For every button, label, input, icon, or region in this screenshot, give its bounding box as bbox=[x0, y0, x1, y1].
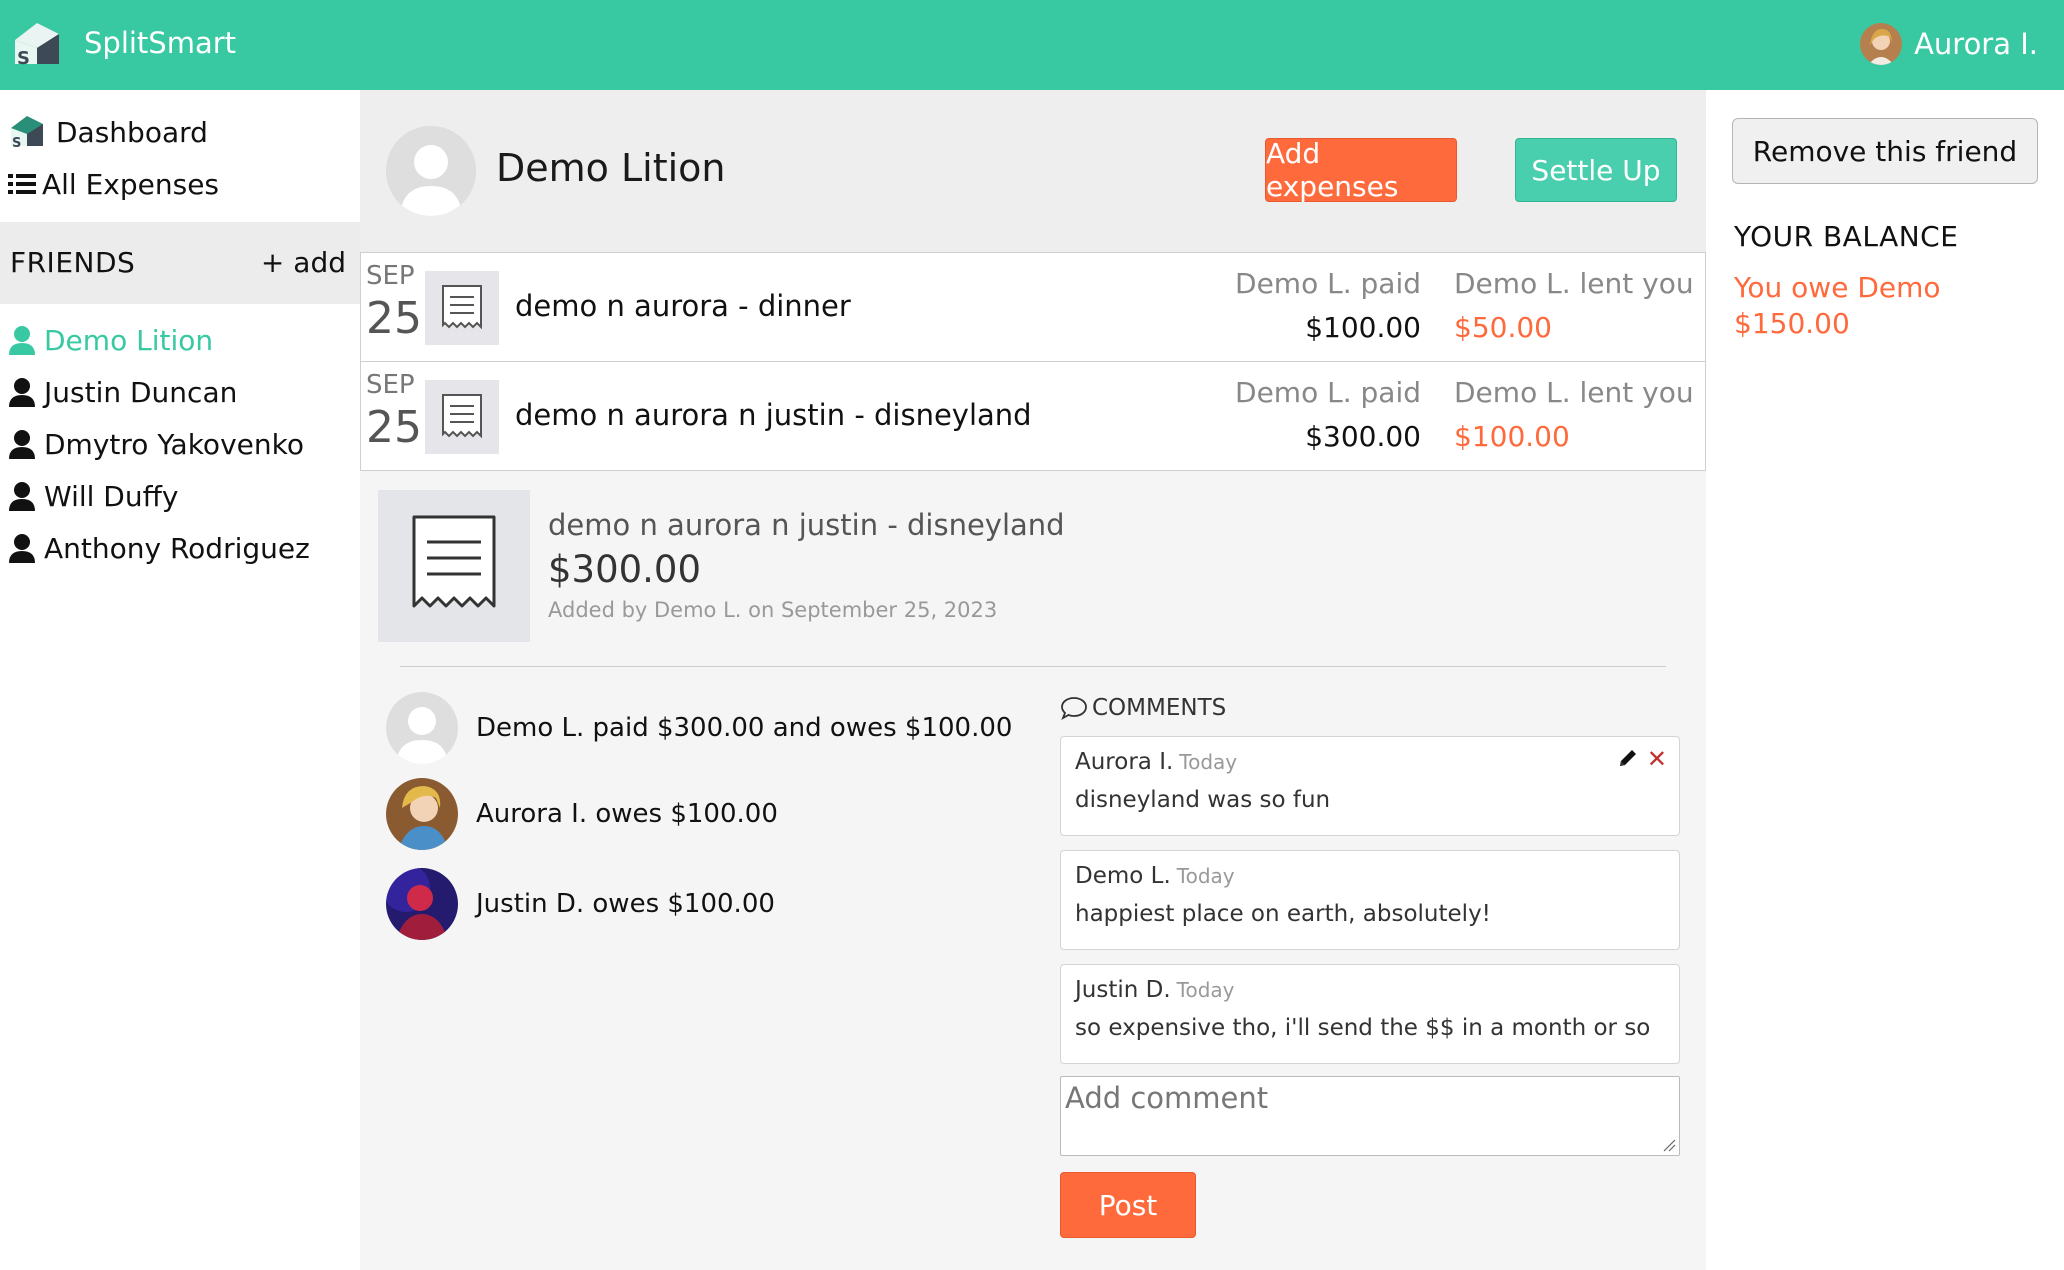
top-bar: S SplitSmart Aurora I. bbox=[0, 0, 2064, 90]
expense-description: demo n aurora - dinner bbox=[515, 289, 851, 323]
comment-date: Today bbox=[1179, 750, 1238, 774]
nav-all-expenses-label: All Expenses bbox=[42, 167, 220, 201]
divider bbox=[400, 666, 1666, 667]
user-menu[interactable]: Aurora I. bbox=[1860, 22, 2038, 66]
nav-dashboard-label: Dashboard bbox=[56, 115, 208, 149]
friend-item-justin-duncan[interactable]: Justin Duncan bbox=[8, 370, 237, 414]
detail-added-by: Added by Demo L. on September 25, 2023 bbox=[548, 598, 998, 622]
expense-row[interactable]: SEP 25 demo n aurora - dinner Demo L. pa… bbox=[360, 252, 1706, 362]
add-comment-input[interactable] bbox=[1060, 1076, 1680, 1156]
main-panel: Demo Lition Add expenses Settle Up SEP 2… bbox=[360, 90, 1706, 1270]
expense-paid-amount: $300.00 bbox=[1305, 420, 1421, 453]
avatar bbox=[386, 778, 458, 850]
comment-card: Aurora I. Today disneyland was so fun ✕ bbox=[1060, 736, 1680, 836]
friend-item-anthony-rodriguez[interactable]: Anthony Rodriguez bbox=[8, 526, 310, 570]
split-text: Justin D. owes $100.00 bbox=[476, 889, 775, 919]
comment-text: happiest place on earth, absolutely! bbox=[1075, 901, 1491, 927]
receipt-icon bbox=[425, 271, 499, 345]
app-name[interactable]: SplitSmart bbox=[84, 26, 236, 60]
comments-header: COMMENTS bbox=[1060, 694, 1226, 722]
expense-day: 25 bbox=[366, 402, 422, 453]
left-sidebar: S Dashboard All Expenses FRIENDS + add D… bbox=[0, 90, 360, 1270]
list-icon bbox=[8, 165, 36, 203]
comments-title: COMMENTS bbox=[1092, 695, 1227, 721]
friend-item-label: Anthony Rodriguez bbox=[44, 531, 310, 565]
nav-dashboard[interactable]: S Dashboard bbox=[8, 110, 208, 154]
svg-text:S: S bbox=[12, 136, 21, 150]
comment-date: Today bbox=[1176, 864, 1235, 888]
friends-title: FRIENDS bbox=[10, 246, 136, 279]
expense-day: 25 bbox=[366, 293, 422, 344]
balance-label: YOUR BALANCE bbox=[1734, 220, 1959, 253]
split-row: Aurora I. owes $100.00 bbox=[386, 778, 778, 850]
friend-item-label: Dmytro Yakovenko bbox=[44, 427, 304, 461]
detail-receipt-icon bbox=[378, 490, 530, 642]
splitsmart-logo-icon[interactable]: S bbox=[12, 20, 62, 68]
dashboard-icon: S bbox=[8, 113, 46, 151]
friend-item-label: Will Duffy bbox=[44, 479, 179, 513]
detail-title: demo n aurora n justin - disneyland bbox=[548, 508, 1065, 542]
user-icon bbox=[9, 482, 35, 511]
detail-amount: $300.00 bbox=[548, 548, 702, 591]
comment-author: Aurora I. bbox=[1075, 749, 1174, 775]
expense-lent-amount: $100.00 bbox=[1454, 420, 1570, 453]
user-avatar bbox=[1860, 23, 1903, 65]
avatar bbox=[386, 692, 458, 764]
nav-all-expenses[interactable]: All Expenses bbox=[8, 162, 219, 206]
friend-item-will-duffy[interactable]: Will Duffy bbox=[8, 474, 178, 518]
balance-panel: Remove this friend YOUR BALANCE You owe … bbox=[1706, 90, 2064, 1270]
comment-card: Demo L. Today happiest place on earth, ab… bbox=[1060, 850, 1680, 950]
comment-icon bbox=[1061, 697, 1087, 720]
split-text: Aurora I. owes $100.00 bbox=[476, 799, 778, 829]
add-expenses-button[interactable]: Add expenses bbox=[1265, 137, 1457, 203]
add-friend-button[interactable]: + add bbox=[261, 246, 346, 279]
expense-row[interactable]: SEP 25 demo n aurora n justin - disneyla… bbox=[360, 361, 1706, 471]
expense-paid-amount: $100.00 bbox=[1305, 311, 1421, 344]
comment-date: Today bbox=[1176, 978, 1235, 1002]
user-icon bbox=[9, 326, 35, 355]
balance-value: You owe Demo $150.00 bbox=[1734, 271, 1941, 340]
pencil-icon[interactable] bbox=[1617, 747, 1639, 769]
friend-item-dmytro-yakovenko[interactable]: Dmytro Yakovenko bbox=[8, 422, 304, 466]
user-name: Aurora I. bbox=[1914, 27, 2038, 61]
expense-lent-label: Demo L. lent you bbox=[1454, 267, 1694, 300]
settle-up-button[interactable]: Settle Up bbox=[1515, 138, 1677, 202]
user-icon bbox=[9, 534, 35, 563]
post-comment-button[interactable]: Post bbox=[1060, 1172, 1196, 1238]
friends-header: FRIENDS + add bbox=[0, 222, 360, 304]
comment-text: disneyland was so fun bbox=[1075, 787, 1331, 813]
expense-month: SEP bbox=[366, 261, 415, 291]
comment-text: so expensive tho, i'll send the $$ in a … bbox=[1075, 1015, 1651, 1041]
friend-item-label: Demo Lition bbox=[44, 323, 214, 357]
close-icon[interactable]: ✕ bbox=[1647, 745, 1667, 773]
friend-header: Demo Lition Add expenses Settle Up bbox=[360, 90, 1706, 252]
user-icon bbox=[9, 378, 35, 407]
page-title: Demo Lition bbox=[496, 146, 726, 190]
comment-author: Demo L. bbox=[1075, 863, 1171, 889]
receipt-icon bbox=[425, 380, 499, 454]
remove-friend-button[interactable]: Remove this friend bbox=[1732, 118, 2038, 184]
expense-lent-amount: $50.00 bbox=[1454, 311, 1552, 344]
avatar bbox=[386, 868, 458, 940]
split-row: Justin D. owes $100.00 bbox=[386, 868, 775, 940]
expense-paid-label: Demo L. paid bbox=[1235, 267, 1421, 300]
split-text: Demo L. paid $300.00 and owes $100.00 bbox=[476, 713, 1013, 743]
expense-month: SEP bbox=[366, 370, 415, 400]
friend-item-label: Justin Duncan bbox=[44, 375, 238, 409]
expense-description: demo n aurora n justin - disneyland bbox=[515, 398, 1032, 432]
resize-handle-icon[interactable] bbox=[1662, 1138, 1676, 1152]
comment-card: Justin D. Today so expensive tho, i'll se… bbox=[1060, 964, 1680, 1064]
split-row: Demo L. paid $300.00 and owes $100.00 bbox=[386, 692, 1012, 764]
expense-paid-label: Demo L. paid bbox=[1235, 376, 1421, 409]
friend-avatar bbox=[386, 126, 476, 216]
user-icon bbox=[9, 430, 35, 459]
svg-text:S: S bbox=[17, 48, 30, 68]
comment-author: Justin D. bbox=[1075, 977, 1171, 1003]
expense-lent-label: Demo L. lent you bbox=[1454, 376, 1694, 409]
friend-item-demo-lition[interactable]: Demo Lition bbox=[8, 318, 213, 362]
